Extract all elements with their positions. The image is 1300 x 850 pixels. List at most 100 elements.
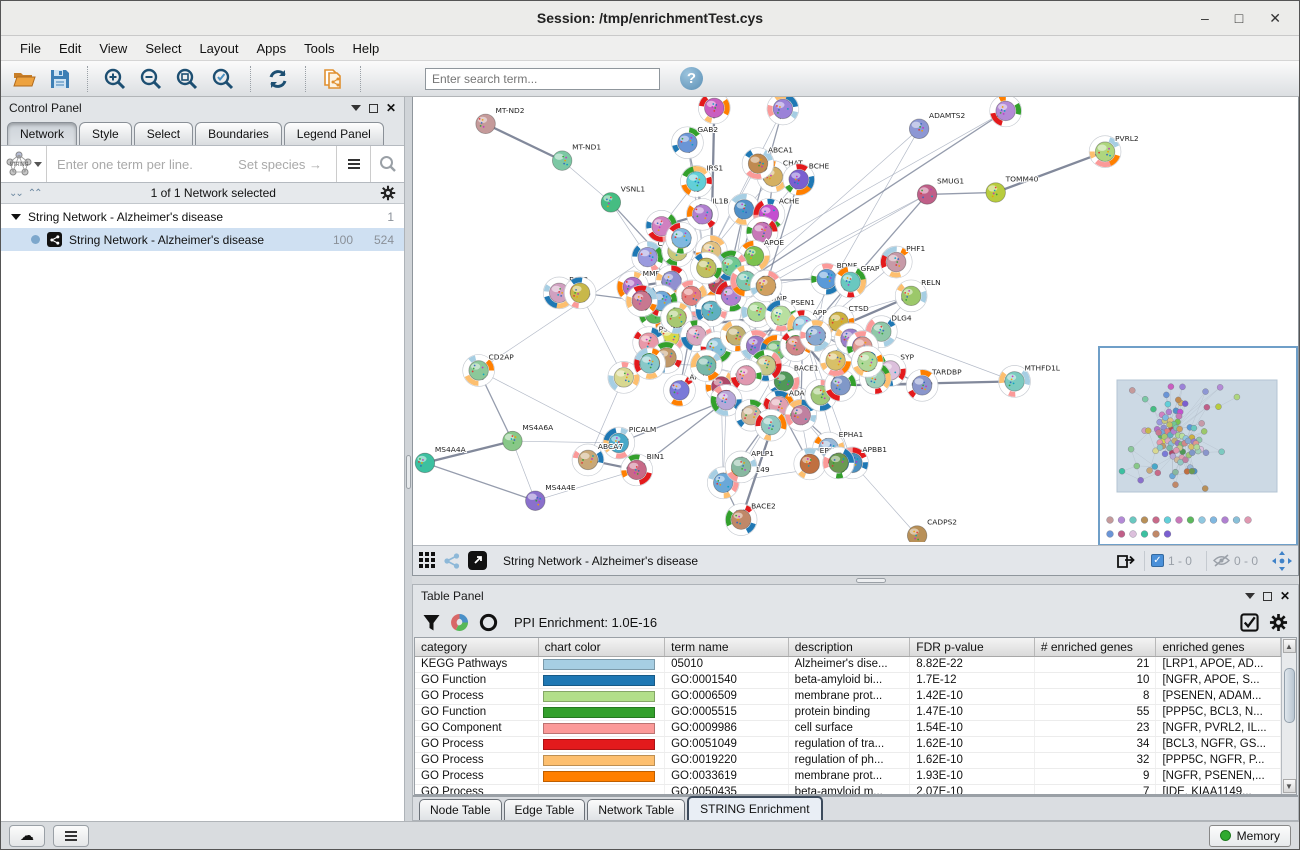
network-node[interactable]: MT-ND1 [552, 143, 601, 171]
network-node[interactable]: IL1B [686, 196, 728, 230]
close-panel-icon[interactable]: ✕ [386, 101, 396, 115]
network-node[interactable] [634, 348, 666, 380]
filter-icon[interactable] [423, 614, 440, 631]
network-node[interactable]: RELN [895, 278, 940, 312]
network-node[interactable] [990, 97, 1022, 127]
table-row[interactable]: GO FunctionGO:0001540beta-amyloid bi...1… [415, 673, 1281, 689]
network-node[interactable]: PHF1 [880, 244, 925, 278]
network-node[interactable] [626, 285, 658, 317]
network-node[interactable]: BACE2 [725, 502, 776, 536]
network-node[interactable]: MS4A4E [526, 483, 576, 511]
birds-eye-navigator[interactable] [1098, 346, 1298, 545]
table-row[interactable]: GO ProcessGO:0051049regulation of tra...… [415, 737, 1281, 753]
maximize-button[interactable]: □ [1235, 11, 1243, 25]
zoom-in-icon[interactable] [100, 65, 130, 93]
float-panel-icon[interactable] [369, 104, 378, 113]
hidden-nodes-eye-icon[interactable] [1213, 554, 1230, 567]
float-panel-icon[interactable] [1263, 592, 1272, 601]
close-panel-icon[interactable]: ✕ [1280, 589, 1290, 603]
zoom-out-icon[interactable] [136, 65, 166, 93]
menu-item-select[interactable]: Select [136, 38, 190, 59]
zoom-fit-icon[interactable] [172, 65, 202, 93]
network-node[interactable] [698, 97, 730, 124]
menu-item-file[interactable]: File [11, 38, 50, 59]
tab-boundaries[interactable]: Boundaries [195, 122, 282, 145]
column-header-FDR-p-value[interactable]: FDR p-value [910, 638, 1035, 656]
export-network-icon[interactable] [1116, 552, 1136, 570]
network-node[interactable]: TOMM40 [986, 175, 1039, 203]
network-node[interactable]: TARDBP [906, 367, 962, 401]
menu-item-layout[interactable]: Layout [190, 38, 247, 59]
tab-select[interactable]: Select [134, 122, 193, 145]
string-search-icon[interactable] [370, 146, 404, 182]
network-node[interactable] [730, 360, 762, 392]
menu-item-help[interactable]: Help [344, 38, 389, 59]
network-tree-row[interactable]: String Network - Alzheimer's disease1005… [1, 228, 404, 251]
menu-item-view[interactable]: View [90, 38, 136, 59]
table-row[interactable]: GO FunctionGO:0005515protein binding1.47… [415, 705, 1281, 721]
network-node[interactable] [755, 409, 787, 441]
donut-chart-icon[interactable] [450, 613, 469, 632]
table-row[interactable]: KEGG Pathways05010Alzheimer's dise...8.8… [415, 657, 1281, 673]
string-logo-icon[interactable]: STRING [1, 146, 47, 182]
horizontal-splitter[interactable] [412, 576, 1299, 584]
table-row[interactable]: GO ProcessGO:0019220regulation of ph...1… [415, 753, 1281, 769]
table-row[interactable]: GO ComponentGO:0009986cell surface1.54E-… [415, 721, 1281, 737]
network-node[interactable]: MS4A6A [503, 423, 554, 451]
open-in-window-icon[interactable] [468, 551, 487, 570]
open-session-icon[interactable] [9, 65, 39, 93]
scrollbar-thumb[interactable] [1284, 668, 1295, 723]
selected-nodes-icon[interactable]: ✓ [1151, 554, 1164, 567]
grid-view-icon[interactable] [419, 552, 436, 569]
column-header-term-name[interactable]: term name [665, 638, 789, 656]
network-node[interactable]: CD2AP [463, 353, 515, 387]
navigator-viewport[interactable] [1117, 380, 1277, 492]
network-node[interactable]: SMUG1 [917, 177, 964, 205]
network-node[interactable]: PVRL2 [1089, 134, 1138, 168]
select-columns-icon[interactable] [1240, 613, 1259, 632]
scroll-up-icon[interactable]: ▲ [1283, 639, 1296, 653]
tab-network[interactable]: Network [7, 122, 77, 145]
table-row[interactable]: GO ProcessGO:0033619membrane prot...1.93… [415, 769, 1281, 785]
network-node[interactable]: BIN1 [621, 452, 665, 486]
minimize-button[interactable]: – [1201, 11, 1209, 25]
network-node[interactable] [852, 346, 884, 378]
network-node[interactable]: GAB2 [672, 125, 719, 159]
network-node[interactable] [823, 447, 855, 479]
network-node[interactable] [690, 350, 722, 382]
search-input[interactable] [425, 68, 660, 90]
close-button[interactable]: ✕ [1269, 11, 1281, 25]
menu-item-apps[interactable]: Apps [248, 38, 296, 59]
refresh-icon[interactable] [263, 65, 293, 93]
network-node[interactable] [564, 277, 596, 309]
memory-button[interactable]: Memory [1209, 825, 1291, 847]
tab-style[interactable]: Style [79, 122, 132, 145]
network-node[interactable]: BCHE [783, 162, 830, 196]
zoom-selected-icon[interactable] [208, 65, 238, 93]
network-node[interactable]: ADAMTS2 [909, 111, 965, 139]
settings-gear-icon[interactable] [1269, 613, 1288, 632]
help-icon[interactable]: ? [680, 67, 703, 90]
cloud-icon[interactable]: ☁ [9, 825, 45, 847]
splitter-handle[interactable] [856, 578, 886, 583]
save-session-icon[interactable] [45, 65, 75, 93]
vertical-scrollbar[interactable]: ▲ ▼ [1281, 638, 1296, 794]
menu-item-tools[interactable]: Tools [295, 38, 343, 59]
task-list-icon[interactable] [53, 825, 89, 847]
network-node[interactable]: VSNL1 [601, 184, 645, 212]
network-node[interactable]: CADPS2 [907, 518, 957, 543]
network-node[interactable]: MTHFD1L [999, 363, 1061, 397]
tab-string-enrichment[interactable]: STRING Enrichment [687, 796, 822, 820]
network-canvas[interactable]: MT-ND2MT-ND1VSNL1GAB2ADAMTS2PVRL2TOMM40S… [413, 97, 1298, 545]
network-node[interactable] [767, 97, 799, 125]
network-node[interactable] [690, 252, 722, 284]
splitter-handle[interactable] [406, 455, 411, 489]
column-header-enriched-genes[interactable]: enriched genes [1156, 638, 1281, 656]
tab-legend-panel[interactable]: Legend Panel [284, 122, 384, 145]
scroll-down-icon[interactable]: ▼ [1283, 779, 1296, 793]
network-tree-row[interactable]: String Network - Alzheimer's disease1 [1, 205, 404, 228]
panel-menu-icon[interactable] [1245, 593, 1255, 599]
pan-compass-icon[interactable] [1272, 551, 1292, 571]
column-header-description[interactable]: description [789, 638, 911, 656]
tab-node-table[interactable]: Node Table [419, 799, 502, 820]
